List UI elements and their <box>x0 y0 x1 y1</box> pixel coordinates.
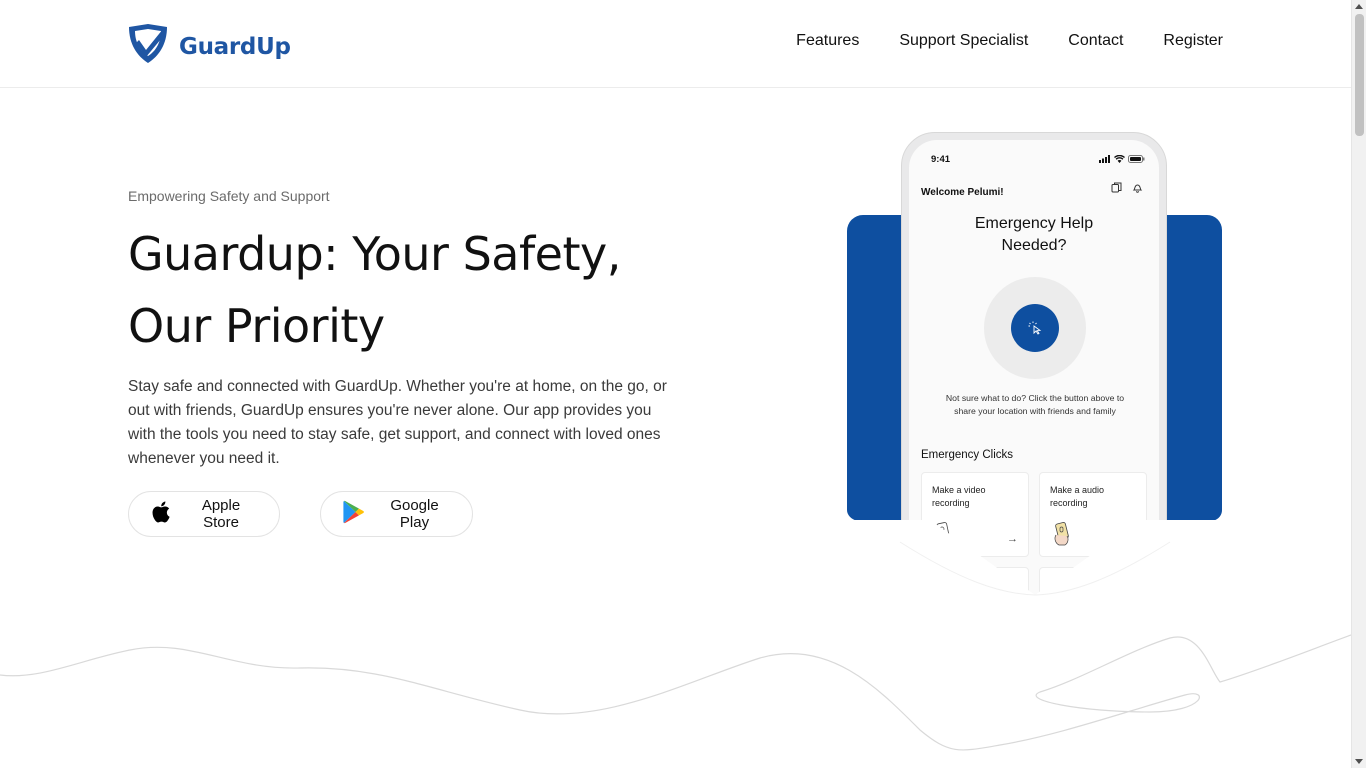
hero-description: Stay safe and connected with GuardUp. Wh… <box>128 378 667 467</box>
phone-hand-icon <box>934 521 954 552</box>
emergency-card-partial[interactable] <box>921 567 1029 601</box>
site-header: GuardUp Features Support Specialist Cont… <box>0 0 1351 88</box>
emergency-title-line-1: Emergency Help <box>974 215 1094 232</box>
nav-link-register[interactable]: Register <box>1163 32 1223 50</box>
audio-recording-card[interactable]: Make a audio recording → <box>1039 472 1147 557</box>
emergency-hint: Not sure what to do? Click the button ab… <box>945 393 1125 416</box>
apple-store-button[interactable]: Apple Store <box>128 491 280 537</box>
wifi-icon <box>1114 155 1125 163</box>
nav-link-support-specialist[interactable]: Support Specialist <box>899 32 1028 50</box>
phone-mockup: 9:41 Welcome Pelumi! Emergency Help Need… <box>901 132 1167 602</box>
arrow-right-icon: → <box>1125 533 1136 545</box>
bell-icon[interactable] <box>1132 182 1143 193</box>
video-recording-card[interactable]: Make a video recording → <box>921 472 1029 557</box>
emergency-clicks-title: Emergency Clicks <box>921 449 1014 461</box>
google-play-button[interactable]: Google Play <box>320 491 473 537</box>
google-play-label: Google Play <box>390 497 439 531</box>
scroll-up-icon[interactable] <box>1355 4 1363 9</box>
hero-eyebrow: Empowering Safety and Support <box>128 188 330 204</box>
sos-button-ring <box>984 277 1086 379</box>
copy-icon[interactable] <box>1111 182 1122 193</box>
apple-icon <box>151 501 171 527</box>
scrollbar-thumb[interactable] <box>1355 14 1364 136</box>
sos-button[interactable] <box>1011 304 1059 352</box>
nav-link-contact[interactable]: Contact <box>1068 32 1123 50</box>
phone-screen: 9:41 Welcome Pelumi! Emergency Help Need… <box>909 140 1159 601</box>
hero-title-line-1: Guardup: Your Safety, <box>128 227 621 281</box>
battery-icon <box>1128 155 1145 163</box>
emergency-title-line-2: Needed? <box>1001 237 1067 254</box>
status-time: 9:41 <box>931 154 951 165</box>
welcome-text: Welcome Pelumi! <box>921 187 1004 198</box>
main-nav: Features Support Specialist Contact Regi… <box>796 32 1223 50</box>
emergency-card-partial[interactable] <box>1039 567 1147 601</box>
arrow-right-icon: → <box>1007 533 1018 545</box>
audio-recording-label: Make a audio recording <box>1050 485 1105 508</box>
brand-logo-link[interactable]: GuardUp <box>127 24 291 69</box>
scroll-down-icon[interactable] <box>1355 759 1363 764</box>
apple-store-label: Apple Store <box>201 497 241 531</box>
video-recording-label: Make a video recording <box>932 485 986 508</box>
tap-icon <box>1028 321 1042 335</box>
status-icons <box>1099 155 1145 163</box>
phone-hand-icon <box>1052 521 1074 552</box>
nav-link-features[interactable]: Features <box>796 32 859 50</box>
brand-name: GuardUp <box>179 33 291 60</box>
hero-title-line-2: Our Priority <box>128 299 385 353</box>
google-play-icon <box>343 500 365 528</box>
emergency-title: Emergency Help Needed? <box>909 213 1159 257</box>
phone-top-icons <box>1111 182 1143 193</box>
shield-check-icon <box>127 24 169 69</box>
signal-icon <box>1099 155 1110 163</box>
hero-title: Guardup: Your Safety, Our Priority <box>128 218 688 362</box>
page-scrollbar[interactable] <box>1351 0 1366 768</box>
decorative-wave <box>0 634 1351 751</box>
